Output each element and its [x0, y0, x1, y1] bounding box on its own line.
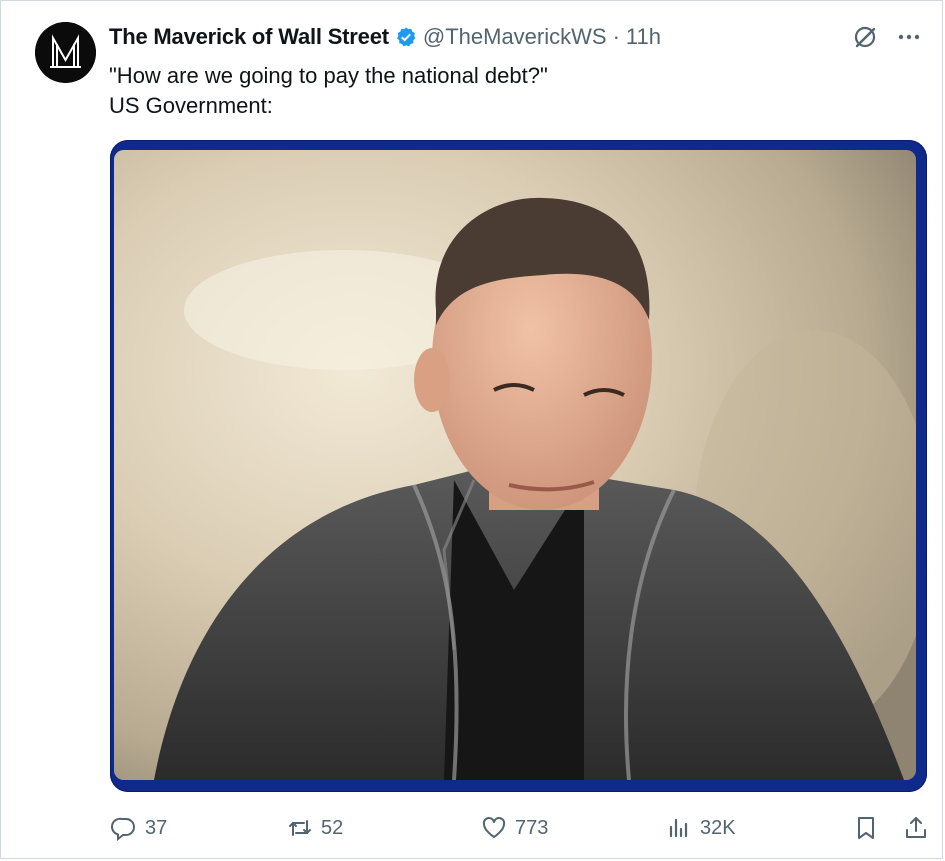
- like-count: 773: [515, 816, 549, 839]
- avatar[interactable]: [35, 22, 96, 83]
- verified-badge-icon: [397, 27, 416, 47]
- video-media[interactable]: [110, 140, 927, 792]
- tweet-actions: 37 52 773 32K: [109, 811, 926, 847]
- tweet-text-line-2: US Government:: [109, 93, 273, 118]
- author-name[interactable]: The Maverick of Wall Street: [109, 24, 389, 50]
- separator-dot: ·: [612, 24, 620, 49]
- more-icon[interactable]: [896, 24, 922, 50]
- like-button[interactable]: 773: [481, 811, 548, 845]
- repost-icon: [289, 820, 311, 836]
- repost-button[interactable]: 52: [287, 811, 343, 845]
- post-timestamp[interactable]: 11h: [626, 24, 661, 50]
- heart-icon: [482, 816, 506, 838]
- views-count: 32K: [700, 816, 736, 839]
- reply-button[interactable]: 37: [111, 811, 167, 845]
- repost-count: 52: [321, 816, 344, 839]
- tweet-header: The Maverick of Wall Street @TheMaverick…: [109, 23, 922, 51]
- tweet-text-line-1: "How are we going to pay the national de…: [109, 63, 548, 88]
- author-handle[interactable]: @TheMaverickWS: [423, 24, 607, 50]
- grok-icon[interactable]: [852, 24, 878, 50]
- bookmark-icon: [858, 817, 874, 839]
- video-frame: [114, 150, 916, 780]
- person-image: [114, 150, 916, 780]
- tweet-text: "How are we going to pay the national de…: [109, 61, 909, 121]
- views-button[interactable]: 32K: [666, 811, 736, 845]
- header-actions: [852, 24, 922, 50]
- bookmark-button[interactable]: [853, 811, 879, 845]
- reply-icon: [111, 817, 135, 841]
- reply-count: 37: [145, 816, 168, 839]
- tweet-card: The Maverick of Wall Street @TheMaverick…: [0, 0, 943, 859]
- share-icon: [906, 817, 926, 838]
- share-button[interactable]: [903, 811, 929, 845]
- views-icon: [669, 818, 688, 838]
